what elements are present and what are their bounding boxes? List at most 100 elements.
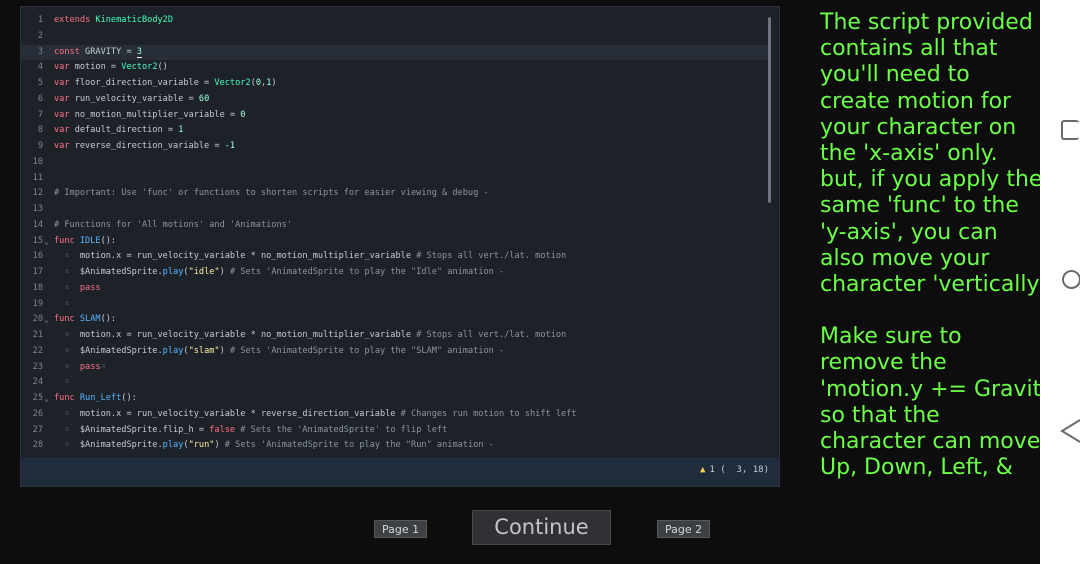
code-line[interactable]: 13 [21, 202, 769, 218]
editor-scrollbar[interactable] [768, 17, 771, 203]
code-line[interactable]: 1 extends KinematicBody2D [21, 13, 769, 29]
code-line[interactable]: 24 ¤ [21, 375, 769, 391]
fold-arrow-icon[interactable]: ⌄ [44, 234, 52, 250]
code-text: ¤ $AnimatedSprite.play("run") # Sets 'An… [54, 440, 494, 451]
continue-button[interactable]: Continue [472, 510, 611, 545]
code-line[interactable]: 27 ¤ $AnimatedSprite.flip_h = false # Se… [21, 423, 769, 439]
warning-icon[interactable]: ▲ [700, 465, 705, 475]
instruction-note: The script provided contains all that you'… [820, 10, 1040, 481]
code-line[interactable]: 4 var motion = Vector2() [21, 60, 769, 76]
status-readout: ▲ 1 ( 3, 18) [700, 465, 769, 475]
line-number: 5 [37, 78, 43, 88]
line-number: 7 [37, 109, 43, 120]
note-line: create motion for [820, 88, 1012, 114]
code-editor[interactable]: 1 extends KinematicBody2D 2 3 const GRAVITY … [20, 6, 780, 487]
line-number: 17 [32, 267, 43, 277]
editor-status-bar: ▲ 1 ( 3, 18) [21, 458, 779, 486]
warning-count: 1 ( [709, 465, 726, 475]
code-text: ¤ motion.x = run_velocity_variable * no_… [54, 251, 567, 262]
code-line[interactable]: 2 [21, 29, 769, 45]
note-line: The script provided [820, 10, 1033, 35]
recents-square-icon[interactable] [1061, 120, 1079, 140]
code-text: var reverse_direction_variable = -1 [54, 141, 236, 151]
code-text: var run_velocity_variable = 60 [54, 93, 210, 104]
code-text: ¤ $AnimatedSprite.play("idle") # Sets 'A… [54, 267, 505, 277]
note-line: Make sure to [820, 324, 962, 350]
code-line[interactable]: 20 ⌄ func SLAM(): [21, 312, 769, 328]
code-line[interactable]: 7 var no_motion_multiplier_variable = 0 [21, 108, 769, 124]
line-number: 3 [37, 46, 43, 57]
code-text: ¤ [54, 377, 70, 388]
code-text: ¤ pass [54, 282, 101, 293]
note-line: character can move [820, 429, 1040, 455]
line-number: 25 [32, 393, 43, 403]
code-line[interactable]: 21 ¤ motion.x = run_velocity_variable * … [21, 328, 769, 344]
line-number: 10 [32, 156, 43, 167]
code-text: const GRAVITY = 3 [54, 46, 142, 58]
note-line: remove the [820, 350, 947, 376]
note-line: the 'x-axis' only. [820, 141, 998, 167]
line-number: 18 [32, 282, 43, 293]
note-line: character 'vertically' [820, 272, 1040, 298]
code-line[interactable]: 6 var run_velocity_variable = 60 [21, 92, 769, 108]
code-text: var floor_direction_variable = Vector2(0… [54, 78, 277, 88]
code-text: func SLAM(): [54, 314, 117, 325]
code-text: # Important: Use 'func' or functions to … [54, 188, 489, 199]
line-number: 6 [37, 93, 43, 104]
note-paragraph-2: Make sure to remove the'motion.y += Gravi… [820, 324, 1040, 481]
cursor-position: 3, 18) [736, 465, 769, 475]
code-text: var motion = Vector2() [54, 62, 168, 73]
line-number: 8 [37, 125, 43, 136]
code-line[interactable]: 9 var reverse_direction_variable = -1 [21, 139, 769, 155]
line-number: 11 [32, 172, 43, 183]
code-line[interactable]: 25 ⌄ func Run_Left(): [21, 391, 769, 407]
code-line[interactable]: 17 ¤ $AnimatedSprite.play("idle") # Sets… [21, 265, 769, 281]
line-number: 24 [32, 377, 43, 388]
page-2-button[interactable]: Page 2 [657, 520, 711, 538]
note-line: 'y-axis', you can [820, 219, 998, 245]
code-line[interactable]: 23 ¤ pass¤ [21, 360, 769, 376]
page-1-button[interactable]: Page 1 [374, 520, 428, 538]
code-line[interactable]: 26 ¤ motion.x = run_velocity_variable * … [21, 407, 769, 423]
line-number: 4 [37, 62, 43, 73]
code-line[interactable]: 14 # Functions for 'All motions' and 'Ani… [21, 218, 769, 234]
code-line[interactable]: 3 const GRAVITY = 3 [21, 44, 769, 61]
code-text: func IDLE(): [54, 235, 117, 246]
note-line: you'll need to [820, 62, 970, 88]
note-line: contains all that [820, 36, 998, 62]
code-text: ¤ [54, 298, 70, 309]
code-line[interactable]: 18 ¤ pass [21, 281, 769, 297]
note-paragraph-1: The script provided contains all that you'… [820, 10, 1040, 298]
note-line: your character on [820, 114, 1017, 140]
code-text: # Functions for 'All motions' and 'Anima… [54, 219, 292, 230]
code-text: var no_motion_multiplier_variable = 0 [54, 109, 246, 120]
line-number: 27 [32, 424, 43, 435]
note-line: 'motion.y += Gravity' [820, 376, 1040, 402]
code-line[interactable]: 22 ¤ $AnimatedSprite.play("slam") # Sets… [21, 344, 769, 360]
fold-arrow-icon[interactable]: ⌄ [44, 312, 52, 328]
code-line[interactable]: 19 ¤ [21, 297, 769, 313]
code-line[interactable]: 8 var default_direction = 1 [21, 123, 769, 139]
code-text: func Run_Left(): [54, 393, 137, 403]
code-line[interactable]: 28 ¤ $AnimatedSprite.play("run") # Sets … [21, 438, 769, 454]
code-text: ¤ motion.x = run_velocity_variable * no_… [54, 330, 567, 340]
code-line[interactable]: 12 # Important: Use 'func' or functions t… [21, 186, 769, 202]
note-line: so that the [820, 402, 940, 428]
code-lines[interactable]: 1 extends KinematicBody2D 2 3 const GRAVITY … [21, 13, 769, 454]
code-text: var default_direction = 1 [54, 125, 184, 136]
code-line[interactable]: 15 ⌄ func IDLE(): [21, 234, 769, 250]
code-line[interactable]: 16 ¤ motion.x = run_velocity_variable * … [21, 249, 769, 265]
line-number: 23 [32, 361, 43, 372]
line-number: 21 [32, 330, 43, 340]
back-triangle-icon[interactable] [1060, 418, 1080, 444]
code-line[interactable]: 10 [21, 155, 769, 171]
code-text: extends KinematicBody2D [54, 15, 174, 25]
fold-arrow-icon[interactable]: ⌄ [44, 391, 52, 407]
system-nav-bar [1040, 0, 1080, 564]
line-number: 2 [37, 30, 43, 41]
note-line: also move your [820, 245, 990, 271]
code-line[interactable]: 5 var floor_direction_variable = Vector2(… [21, 76, 769, 92]
code-line[interactable]: 11 [21, 171, 769, 187]
home-circle-icon[interactable] [1062, 270, 1080, 289]
note-line: Up, Down, Left, & [820, 455, 1013, 481]
